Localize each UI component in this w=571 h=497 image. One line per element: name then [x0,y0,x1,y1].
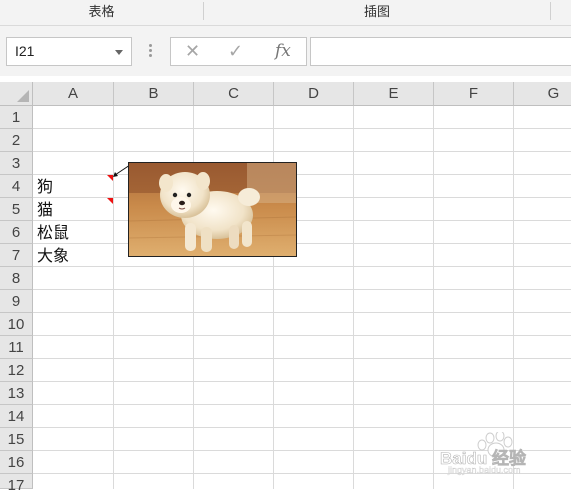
formula-buttons: ✕ ✓ fx [170,37,307,66]
gridline [33,404,571,405]
column-header-c[interactable]: C [194,82,274,106]
gridline [353,106,354,489]
gridline [33,151,571,152]
row-header-2[interactable]: 2 [0,129,33,152]
cell-a6[interactable]: 松鼠 [37,221,69,244]
gridline [33,358,571,359]
baidu-watermark: Baidu 经验 jingyan.baidu.com [440,432,570,482]
row-header-13[interactable]: 13 [0,382,33,405]
comment-indicator-a5[interactable] [107,198,113,204]
gridline [433,106,434,489]
gridline [33,266,571,267]
insert-function-icon[interactable]: fx [275,41,291,61]
name-box[interactable]: I21 [6,37,132,66]
row-header-4[interactable]: 4 [0,175,33,198]
ribbon-group-illustrations[interactable]: 插图 [204,0,550,25]
row-header-15[interactable]: 15 [0,428,33,451]
row-header-11[interactable]: 11 [0,336,33,359]
gridline [113,106,114,489]
formula-bar-grip-icon[interactable] [149,44,152,58]
row-header-7[interactable]: 7 [0,244,33,267]
gridline [33,335,571,336]
cell-a4[interactable]: 狗 [37,175,53,198]
ribbon-group-separator [550,2,551,20]
gridline [33,381,571,382]
select-all-button[interactable] [0,82,33,106]
row-header-1[interactable]: 1 [0,106,33,129]
row-header-12[interactable]: 12 [0,359,33,382]
row-header-6[interactable]: 6 [0,221,33,244]
select-all-triangle-icon [17,90,29,102]
enter-icon[interactable]: ✓ [228,41,243,62]
row-header-9[interactable]: 9 [0,290,33,313]
chevron-down-icon[interactable] [115,50,123,55]
gridline [33,243,571,244]
gridline [33,197,571,198]
row-header-14[interactable]: 14 [0,405,33,428]
gridline [33,312,571,313]
ribbon-group-tables[interactable]: 表格 [0,0,203,25]
column-header-b[interactable]: B [114,82,194,106]
ribbon-group-bar: 表格 插图 [0,0,571,26]
watermark-subtext: jingyan.baidu.com [448,465,521,475]
cell-a5[interactable]: 猫 [37,198,53,221]
column-header-d[interactable]: D [274,82,354,106]
column-header-f[interactable]: F [434,82,514,106]
gridline [33,289,571,290]
column-header-e[interactable]: E [354,82,434,106]
row-header-3[interactable]: 3 [0,152,33,175]
formula-input[interactable] [310,37,571,66]
row-header-17[interactable]: 17 [0,474,33,494]
puppy-picture[interactable] [128,162,297,257]
gridline [33,427,571,428]
gridline [33,220,571,221]
gridline [33,128,571,129]
column-header-g[interactable]: G [514,82,571,106]
cell-a7[interactable]: 大象 [37,244,69,267]
name-box-value: I21 [15,43,35,59]
column-header-a[interactable]: A [33,82,114,106]
cancel-icon[interactable]: ✕ [185,41,200,62]
formula-bar: I21 ✕ ✓ fx [0,26,571,76]
row-header-10[interactable]: 10 [0,313,33,336]
row-header-5[interactable]: 5 [0,198,33,221]
puppy-image [129,163,296,256]
row-header-16[interactable]: 16 [0,451,33,474]
row-header-8[interactable]: 8 [0,267,33,290]
worksheet-grid: A B C D E F G 1 2 3 4 5 6 7 8 9 10 11 12… [0,82,571,494]
